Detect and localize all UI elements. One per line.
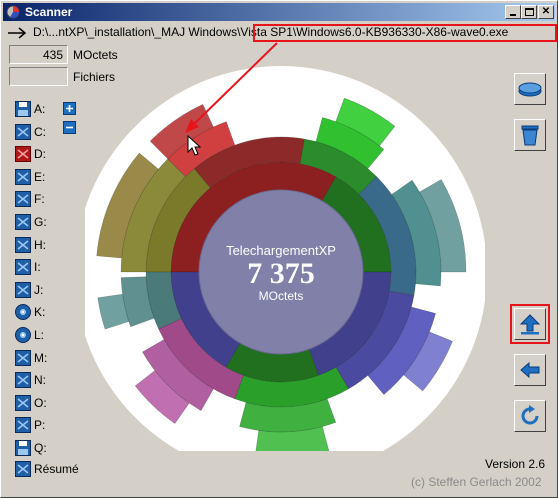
drive-label: D: bbox=[34, 147, 46, 162]
delete-button[interactable] bbox=[514, 119, 546, 151]
scanner-app-icon bbox=[6, 5, 20, 19]
close-button[interactable]: ✕ bbox=[538, 5, 554, 19]
drive-item-a[interactable]: A: bbox=[15, 100, 45, 118]
center-size-unit: MOctets bbox=[259, 289, 304, 303]
hard-drive-icon bbox=[15, 236, 31, 253]
disk-icon bbox=[518, 82, 542, 97]
hard-drive-icon bbox=[15, 281, 31, 298]
files-counter bbox=[9, 67, 68, 86]
drive-label: I: bbox=[34, 260, 41, 275]
drive-label: M: bbox=[34, 350, 48, 365]
version-label: Version 2.6 bbox=[485, 457, 546, 471]
floppy-icon bbox=[15, 101, 31, 117]
collapse-button[interactable] bbox=[63, 121, 76, 134]
drive-item-n[interactable]: N: bbox=[15, 371, 46, 389]
scanner-window: Scanner ✕ D:\...ntXP\_installation\_MAJ … bbox=[0, 0, 558, 498]
expand-button[interactable] bbox=[63, 102, 76, 115]
drive-label: J: bbox=[34, 282, 44, 297]
refresh-button[interactable] bbox=[514, 400, 546, 432]
path-highlight-box bbox=[253, 24, 557, 42]
drive-label: F: bbox=[34, 192, 45, 207]
path-bar: D:\...ntXP\_installation\_MAJ Windows\Vi… bbox=[5, 24, 557, 42]
window-title: Scanner bbox=[25, 5, 73, 19]
hard-drive-icon bbox=[15, 168, 31, 185]
drive-label: H: bbox=[34, 237, 46, 252]
hard-drive-icon bbox=[15, 214, 31, 230]
drive-item-e[interactable]: E: bbox=[15, 168, 45, 186]
drive-item-m[interactable]: M: bbox=[15, 349, 47, 367]
disk-usage-sunburst[interactable]: TelechargementXP 7 375 MOctets bbox=[85, 51, 485, 451]
drive-label: G: bbox=[34, 215, 47, 229]
left-arrow-icon bbox=[520, 361, 540, 379]
drive-item-g[interactable]: G: bbox=[15, 213, 47, 231]
copyright-label: (c) Steffen Gerlach 2002 bbox=[411, 475, 542, 489]
hard-drive-icon bbox=[15, 372, 31, 389]
drive-label: E: bbox=[34, 169, 46, 184]
cd-icon bbox=[15, 327, 31, 343]
drive-item-j[interactable]: J: bbox=[15, 281, 43, 299]
trash-icon bbox=[521, 125, 539, 146]
drive-label: K: bbox=[34, 305, 46, 320]
hard-drive-icon bbox=[15, 461, 31, 477]
drive-label: Q: bbox=[34, 441, 47, 455]
size-counter: 435 bbox=[9, 45, 68, 64]
drive-item-k[interactable]: K: bbox=[15, 303, 45, 321]
hard-drive-red-icon bbox=[15, 146, 31, 163]
disk-view-button[interactable] bbox=[514, 73, 546, 105]
center-folder-name: TelechargementXP bbox=[226, 243, 336, 258]
drive-label: N: bbox=[34, 373, 46, 388]
drive-item-f[interactable]: F: bbox=[15, 190, 45, 208]
drive-item-o[interactable]: O: bbox=[15, 394, 47, 412]
drive-label: A: bbox=[34, 102, 46, 116]
drive-label: C: bbox=[34, 124, 46, 139]
drive-item-q[interactable]: Q: bbox=[15, 439, 47, 457]
drive-item-d[interactable]: D: bbox=[15, 145, 46, 163]
annotation-arrow bbox=[185, 42, 278, 133]
maximize-button[interactable] bbox=[521, 5, 537, 19]
back-button[interactable] bbox=[514, 354, 546, 386]
hard-drive-icon bbox=[15, 349, 31, 366]
drive-item-l[interactable]: L: bbox=[15, 326, 44, 344]
hard-drive-icon bbox=[15, 259, 31, 276]
floppy-icon bbox=[15, 440, 31, 456]
minimize-icon bbox=[510, 14, 516, 16]
mouse-cursor-icon bbox=[187, 135, 202, 156]
hard-drive-icon bbox=[15, 394, 31, 411]
hard-drive-icon bbox=[15, 191, 31, 208]
hard-drive-icon bbox=[15, 123, 31, 140]
drive-item-i[interactable]: I: bbox=[15, 258, 41, 276]
drive-label: L: bbox=[34, 328, 45, 342]
hard-drive-icon bbox=[15, 417, 31, 434]
maximize-icon bbox=[524, 8, 534, 16]
refresh-icon bbox=[521, 405, 539, 425]
title-bar: Scanner ✕ bbox=[3, 3, 555, 21]
summary-item[interactable]: Résumé bbox=[15, 460, 79, 478]
drive-label: O: bbox=[34, 395, 47, 410]
cd-icon bbox=[15, 304, 31, 321]
plus-icon bbox=[63, 102, 76, 115]
drive-item-p[interactable]: P: bbox=[15, 416, 45, 434]
drive-item-h[interactable]: H: bbox=[15, 236, 46, 254]
minus-icon bbox=[63, 121, 76, 134]
drive-label: P: bbox=[34, 418, 46, 433]
path-arrow-icon bbox=[8, 27, 27, 39]
up-button-highlight-box bbox=[510, 304, 550, 344]
close-icon: ✕ bbox=[541, 6, 551, 17]
center-size-value: 7 375 bbox=[247, 257, 315, 290]
minimize-button[interactable] bbox=[505, 5, 521, 19]
drive-item-c[interactable]: C: bbox=[15, 123, 46, 141]
summary-label: Résumé bbox=[34, 462, 79, 476]
